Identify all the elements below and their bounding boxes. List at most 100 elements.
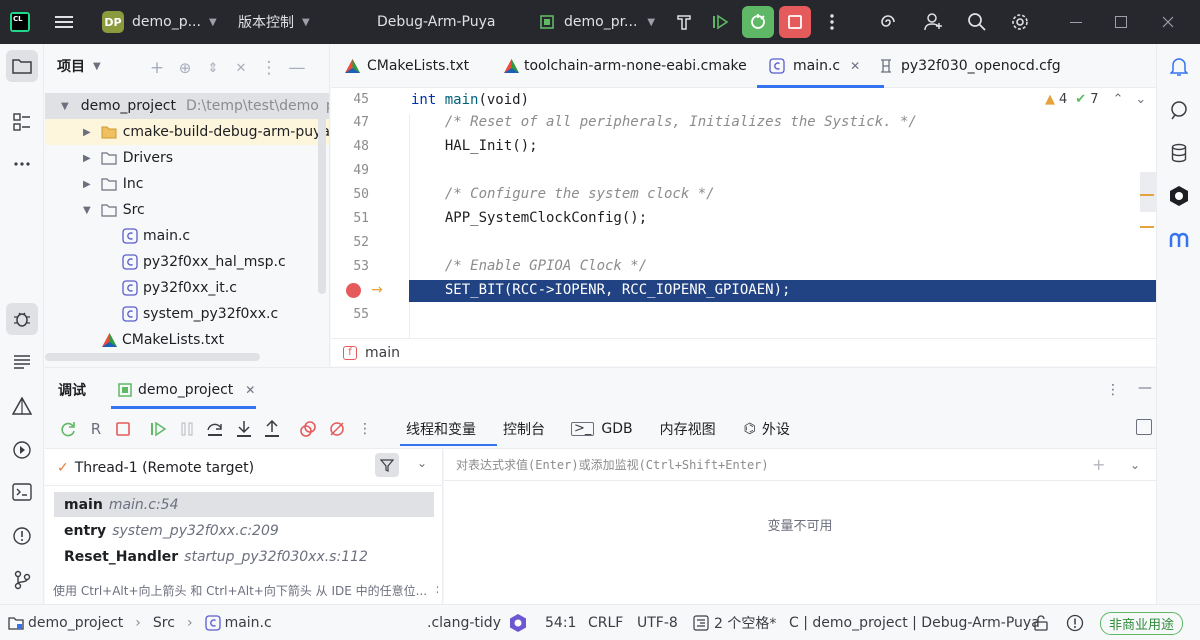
plugin-button[interactable] <box>1163 180 1195 212</box>
clang-tidy-widget[interactable]: .clang-tidy <box>427 605 501 640</box>
mute-breakpoints-button[interactable] <box>326 418 348 440</box>
resume-program-button[interactable] <box>148 418 170 440</box>
tab-console[interactable]: 控制台 <box>503 419 545 439</box>
tree-item-src[interactable]: ▼ Src <box>45 197 329 223</box>
add-user-button[interactable] <box>918 6 950 38</box>
tab-memory-view[interactable]: 内存视图 <box>660 419 716 439</box>
target-selector[interactable]: demo_pr... ▼ <box>538 0 655 44</box>
breakpoint-icon[interactable] <box>346 283 361 298</box>
filter-button[interactable] <box>375 453 399 477</box>
settings-button[interactable] <box>1004 6 1036 38</box>
chevron-down-icon[interactable]: ⌄ <box>1130 458 1140 472</box>
project-panel-header[interactable]: 项目 ▼ <box>57 44 101 88</box>
pause-button[interactable] <box>176 418 198 440</box>
main-menu-button[interactable] <box>54 0 74 44</box>
chevron-down-icon[interactable]: ⌄ <box>417 456 427 470</box>
hide-panel-icon[interactable]: — <box>289 58 306 78</box>
indent-widget[interactable]: 2 个空格* <box>693 605 776 640</box>
structure-tool-button[interactable] <box>6 106 38 138</box>
tab-cmakelists[interactable]: CMakeLists.txt <box>344 44 469 88</box>
reset-button[interactable]: R <box>85 418 107 440</box>
tree-item-hal-msp[interactable]: py32f0xx_hal_msp.c <box>45 249 329 275</box>
tab-toolchain[interactable]: toolchain-arm-none-eabi.cmake <box>503 44 747 88</box>
step-out-button[interactable] <box>261 418 283 440</box>
git-tool-button[interactable] <box>6 564 38 596</box>
layout-icon[interactable] <box>1136 419 1152 435</box>
license-badge[interactable]: 非商业用途 <box>1100 605 1184 640</box>
debug-button[interactable] <box>742 6 774 38</box>
chevron-down-icon[interactable]: ⌄ <box>1135 92 1146 107</box>
caret-position[interactable]: 54:1 <box>545 605 576 640</box>
vcs-menu[interactable]: 版本控制 ▼ <box>238 0 310 44</box>
crumb-project[interactable]: demo_project <box>28 615 123 631</box>
resume-button[interactable] <box>704 6 736 38</box>
code-comment[interactable]: /* Configure the system clock */ <box>428 186 715 202</box>
marketplace-button[interactable] <box>1163 224 1195 256</box>
tree-item-system-c[interactable]: system_py32f0xx.c <box>45 301 329 327</box>
stack-frame[interactable]: entry system_py32f0xx.c:209 <box>54 518 434 543</box>
error-stripe-mark[interactable] <box>1140 226 1154 228</box>
ai-chat-button[interactable] <box>1163 94 1195 126</box>
code-comment[interactable]: /* Reset of all peripherals, Initializes… <box>428 114 917 130</box>
context-widget[interactable]: C | demo_project | Debug-Arm-Puya <box>789 605 1040 640</box>
minimize-panel-icon[interactable]: — <box>1138 380 1152 396</box>
add-watch-icon[interactable]: + <box>1092 455 1105 474</box>
collapse-all-icon[interactable]: ✕ <box>233 61 249 76</box>
plugin-status-widget[interactable] <box>508 605 528 640</box>
code-comment[interactable]: /* Enable GPIOA Clock */ <box>428 258 647 274</box>
tab-peripherals[interactable]: 外设 <box>762 419 790 439</box>
stack-frame[interactable]: Reset_Handler startup_py32f030xx.s:112 <box>54 544 434 569</box>
readonly-toggle[interactable] <box>1033 605 1049 640</box>
notifications-button[interactable] <box>1163 50 1195 82</box>
tree-item-inc[interactable]: ▶ Inc <box>45 171 329 197</box>
code-line[interactable]: SET_BIT(RCC->IOPENR, RCC_IOPENR_GPIOAEN)… <box>428 282 791 298</box>
vertical-scrollbar[interactable] <box>318 94 326 294</box>
tab-main-c[interactable]: main.c ✕ <box>769 44 860 88</box>
crumb-src[interactable]: Src <box>153 615 175 631</box>
scroll-thumb[interactable] <box>1140 172 1156 212</box>
more-tools-button[interactable] <box>6 148 38 180</box>
expand-all-icon[interactable]: ⇕ <box>205 61 221 76</box>
more-vertical-icon[interactable]: ⋮ <box>261 58 278 78</box>
stop-debug-button[interactable] <box>112 418 134 440</box>
project-tool-button[interactable] <box>6 50 38 82</box>
stop-button[interactable] <box>779 6 811 38</box>
file-encoding[interactable]: UTF-8 <box>637 605 678 640</box>
debug-tool-button[interactable] <box>6 303 38 335</box>
tab-gdb[interactable]: GDB <box>601 421 632 437</box>
services-tool-button[interactable] <box>6 434 38 466</box>
tree-root[interactable]: ▼ demo_project D:\temp\test\demo_p <box>45 93 329 119</box>
project-switcher[interactable]: DP demo_p... ▼ <box>102 0 217 44</box>
breadcrumb-function[interactable]: main <box>365 345 400 361</box>
rerun-button[interactable] <box>57 418 79 440</box>
messages-tool-button[interactable] <box>6 346 38 378</box>
line-separator[interactable]: CRLF <box>588 605 623 640</box>
crumb-file[interactable]: main.c <box>225 615 272 631</box>
view-breakpoints-button[interactable] <box>297 418 319 440</box>
code-line[interactable]: APP_SystemClockConfig(); <box>428 210 647 226</box>
run-config-selector[interactable]: Debug-Arm-Puya <box>377 0 496 44</box>
code-line[interactable]: HAL_Init(); <box>428 138 538 154</box>
tree-item-cmake-build[interactable]: ▶ cmake-build-debug-arm-puya <box>45 119 329 145</box>
locate-icon[interactable]: ⊕ <box>177 59 193 77</box>
close-icon[interactable]: ✕ <box>245 383 255 397</box>
cmake-tool-button[interactable] <box>6 390 38 422</box>
chevron-up-icon[interactable]: ⌃ <box>1112 92 1123 107</box>
more-vertical-icon[interactable]: ⋮ <box>1106 382 1120 398</box>
tree-item-drivers[interactable]: ▶ Drivers <box>45 145 329 171</box>
database-button[interactable] <box>1163 137 1195 169</box>
error-stripe-mark[interactable] <box>1140 194 1154 196</box>
terminal-tool-button[interactable] <box>6 476 38 508</box>
inspection-widget[interactable]: ▲ 4 ✔ 7 ⌃ ⌄ <box>1045 92 1146 107</box>
tree-item-it-c[interactable]: py32f0xx_it.c <box>45 275 329 301</box>
thread-selector[interactable]: ✓ Thread-1 (Remote target) <box>57 455 254 481</box>
horizontal-scrollbar[interactable] <box>45 353 260 361</box>
build-button[interactable] <box>668 6 700 38</box>
minimize-button[interactable] <box>1060 6 1092 38</box>
tab-threads-variables[interactable]: 线程和变量 <box>406 419 476 439</box>
more-vertical-icon[interactable]: ⋮ <box>354 418 376 440</box>
problems-tool-button[interactable] <box>6 520 38 552</box>
maximize-button[interactable] <box>1105 6 1137 38</box>
close-icon[interactable]: ✕ <box>435 583 438 597</box>
ai-assistant-button[interactable] <box>872 6 904 38</box>
